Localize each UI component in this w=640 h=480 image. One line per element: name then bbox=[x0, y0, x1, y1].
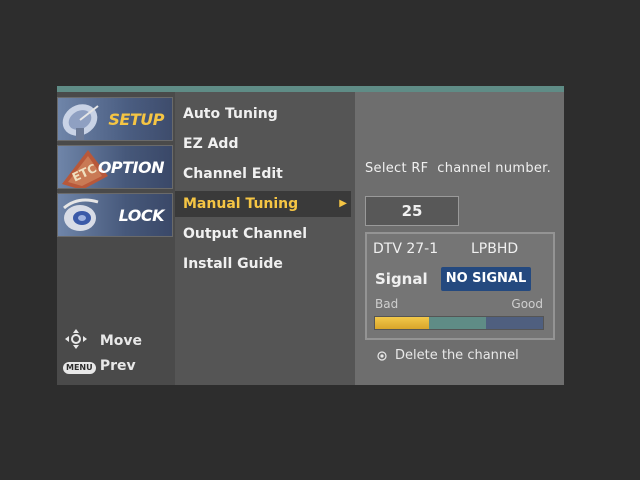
menu-item-label: Output Channel bbox=[183, 226, 308, 242]
tab-label: SETUP bbox=[108, 110, 164, 129]
signal-status-badge: NO SIGNAL bbox=[441, 267, 531, 291]
tab-label: OPTION bbox=[97, 158, 165, 177]
menu-key-label: MENU bbox=[63, 362, 96, 374]
move-hint-label: Move bbox=[99, 333, 143, 349]
signal-label: Signal bbox=[375, 270, 428, 288]
menu-item-label: Manual Tuning bbox=[183, 196, 299, 212]
setup-menu: Auto Tuning EZ Add Channel Edit Manual T… bbox=[175, 92, 355, 385]
meter-good-label: Good bbox=[511, 297, 543, 311]
menu-item-label: Auto Tuning bbox=[183, 106, 278, 122]
manual-tuning-panel: Select RF channel number. 25 DTV 27-1 LP… bbox=[355, 92, 564, 385]
dpad-icon bbox=[63, 328, 95, 354]
menu-item-label: EZ Add bbox=[183, 136, 239, 152]
tab-lock[interactable]: LOCK bbox=[57, 193, 173, 237]
tuning-menu-window: SETUP ETC OPTION LOCK Move MENU Prev Aut… bbox=[57, 86, 564, 385]
circle-button-icon bbox=[377, 351, 387, 361]
category-tabs: SETUP ETC OPTION LOCK Move MENU Prev bbox=[57, 92, 175, 385]
menu-key-icon: MENU bbox=[63, 358, 96, 374]
move-hint: Move bbox=[63, 328, 142, 354]
signal-strength-fill bbox=[375, 317, 429, 329]
menu-item-install-guide[interactable]: Install Guide bbox=[175, 251, 351, 277]
menu-item-auto-tuning[interactable]: Auto Tuning bbox=[175, 101, 351, 127]
tab-setup[interactable]: SETUP bbox=[57, 97, 173, 141]
meter-bad-label: Bad bbox=[375, 297, 399, 311]
menu-item-output-channel[interactable]: Output Channel bbox=[175, 221, 351, 247]
dtv-channel-label: DTV 27-1 bbox=[373, 241, 439, 257]
menu-item-label: Install Guide bbox=[183, 256, 283, 272]
submenu-arrow-icon: ▶ bbox=[339, 198, 347, 209]
prev-hint: MENU Prev bbox=[63, 358, 136, 374]
signal-strength-meter bbox=[374, 316, 544, 330]
signal-info-box: DTV 27-1 LPBHD Signal NO SIGNAL Bad Good bbox=[365, 232, 555, 340]
tab-option[interactable]: ETC OPTION bbox=[57, 145, 173, 189]
satellite-dish-icon bbox=[62, 104, 99, 140]
tab-label: LOCK bbox=[118, 206, 165, 225]
menu-item-manual-tuning[interactable]: Manual Tuning ▶ bbox=[175, 191, 351, 217]
lock-icon bbox=[63, 198, 99, 231]
prev-hint-label: Prev bbox=[99, 358, 136, 374]
menu-item-ez-add[interactable]: EZ Add bbox=[175, 131, 351, 157]
menu-item-label: Channel Edit bbox=[183, 166, 283, 182]
delete-channel-hint[interactable]: Delete the channel bbox=[395, 348, 519, 363]
station-name: LPBHD bbox=[471, 241, 519, 257]
menu-item-channel-edit[interactable]: Channel Edit bbox=[175, 161, 351, 187]
rf-channel-prompt: Select RF channel number. bbox=[365, 161, 552, 176]
rf-channel-input[interactable]: 25 bbox=[365, 196, 459, 226]
